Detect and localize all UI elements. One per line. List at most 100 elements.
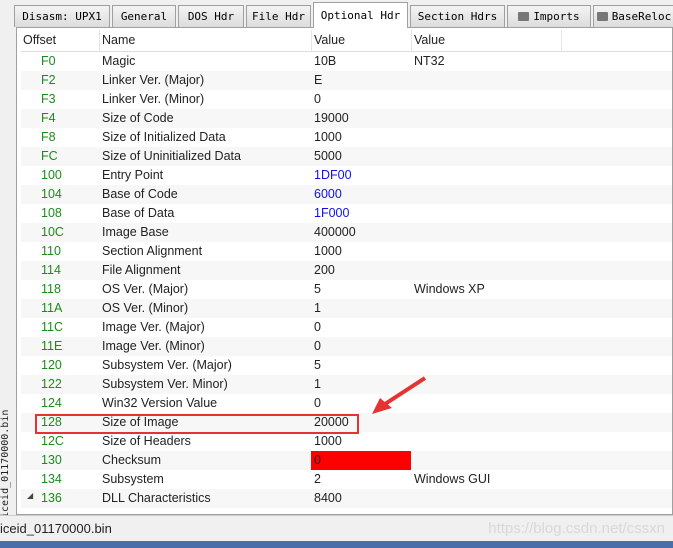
value-cell[interactable]: 1DF00 — [314, 168, 352, 182]
offset-cell: 104 — [41, 187, 62, 201]
tab-file-hdr[interactable]: File Hdr — [246, 5, 311, 27]
name-cell: Image Ver. (Major) — [102, 320, 205, 334]
tab-imports[interactable]: Imports — [507, 5, 591, 27]
value-cell[interactable]: 5 — [314, 282, 321, 296]
table-row[interactable]: 118 OS Ver. (Major) 5 Windows XP — [21, 280, 672, 299]
column-name[interactable]: Name — [102, 33, 135, 47]
value-cell[interactable]: 19000 — [314, 111, 349, 125]
field-table: Offset Name Value Value F0 Magic 10B NT32 F2… — [21, 30, 672, 514]
table-row[interactable]: 122 Subsystem Ver. Minor) 1 — [21, 375, 672, 394]
table-row[interactable]: 104 Base of Code 6000 — [21, 185, 672, 204]
tab-label: DOS Hdr — [187, 10, 235, 23]
table-row[interactable]: 110 Section Alignment 1000 — [21, 242, 672, 261]
name-cell: Linker Ver. (Major) — [102, 73, 205, 87]
folder-icon — [596, 12, 608, 21]
value-cell[interactable]: 1000 — [314, 130, 342, 144]
value-cell[interactable]: 6000 — [314, 187, 342, 201]
name-cell: Checksum — [102, 453, 162, 467]
offset-cell: F2 — [41, 73, 56, 87]
offset-cell: F4 — [41, 111, 56, 125]
value-cell[interactable]: 0 — [311, 451, 411, 470]
name-cell: Entry Point — [102, 168, 164, 182]
expand-triangle-icon[interactable]: ◢ — [27, 491, 33, 500]
table-row[interactable]: 108 Base of Data 1F000 — [21, 204, 672, 223]
table-row[interactable]: F0 Magic 10B NT32 — [21, 52, 672, 71]
table-row[interactable]: 12C Size of Headers 1000 — [21, 432, 672, 451]
tab-general[interactable]: General — [112, 5, 176, 27]
value-cell[interactable]: 0 — [314, 339, 321, 353]
table-row[interactable]: 100 Entry Point 1DF00 — [21, 166, 672, 185]
table-row[interactable]: FC Size of Uninitialized Data 5000 — [21, 147, 672, 166]
name-cell: Base of Data — [102, 206, 175, 220]
value-description-cell: Windows GUI — [414, 472, 491, 486]
table-row[interactable]: F2 Linker Ver. (Major) E — [21, 71, 672, 90]
value-cell[interactable]: 2 — [314, 472, 321, 486]
table-row[interactable]: 10C Image Base 400000 — [21, 223, 672, 242]
tab-bar: Disasm: UPX1 General DOS Hdr File Hdr Option… — [0, 0, 673, 30]
value-cell[interactable]: 10B — [314, 54, 336, 68]
value-cell[interactable]: 1F000 — [314, 206, 349, 220]
offset-cell: 134 — [41, 472, 62, 486]
column-value[interactable]: Value — [314, 33, 345, 47]
tab-basereloc[interactable]: BaseReloc — [593, 5, 673, 27]
table-row[interactable]: F3 Linker Ver. (Minor) 0 — [21, 90, 672, 109]
value-cell[interactable]: 1000 — [314, 244, 342, 258]
table-row[interactable]: 114 File Alignment 200 — [21, 261, 672, 280]
table-row[interactable]: 11E Image Ver. (Minor) 0 — [21, 337, 672, 356]
value-cell[interactable]: 1 — [314, 301, 321, 315]
value-cell[interactable]: 5000 — [314, 149, 342, 163]
table-row[interactable]: 120 Subsystem Ver. (Major) 5 — [21, 356, 672, 375]
value-cell[interactable]: 8400 — [314, 491, 342, 505]
optional-header-panel: Offset Name Value Value F0 Magic 10B NT32 F2… — [16, 27, 673, 515]
value-cell[interactable]: 0 — [314, 92, 321, 106]
table-row[interactable]: ◢ 136 DLL Characteristics 8400 — [21, 489, 672, 508]
offset-cell: 122 — [41, 377, 62, 391]
red-arrow-annotation — [372, 376, 427, 414]
name-cell: Section Alignment — [102, 244, 203, 258]
table-row[interactable]: 11A OS Ver. (Minor) 1 — [21, 299, 672, 318]
value-cell[interactable]: 1 — [314, 377, 321, 391]
value-description-cell: NT32 — [414, 54, 445, 68]
offset-cell: F0 — [41, 54, 56, 68]
value-cell[interactable]: 400000 — [314, 225, 356, 239]
offset-cell: 118 — [41, 282, 61, 296]
tab-label: Imports — [533, 10, 580, 23]
tab-label: Section Hdrs — [417, 10, 498, 23]
table-row[interactable]: F8 Size of Initialized Data 1000 — [21, 128, 672, 147]
name-cell: Size of Uninitialized Data — [102, 149, 241, 163]
offset-cell: 108 — [41, 206, 62, 220]
value-cell[interactable]: 200 — [314, 263, 335, 277]
column-value2[interactable]: Value — [414, 33, 445, 47]
value-cell[interactable]: 0 — [314, 396, 321, 410]
value-cell[interactable]: 1000 — [314, 434, 342, 448]
column-offset[interactable]: Offset — [23, 33, 56, 47]
offset-cell: F3 — [41, 92, 56, 106]
side-file-label: iceid_01170000.bin — [0, 409, 11, 518]
table-row[interactable]: 134 Subsystem 2 Windows GUI — [21, 470, 672, 489]
name-cell: Magic — [102, 54, 136, 68]
value-cell[interactable]: 5 — [314, 358, 321, 372]
tab-label: BaseReloc — [611, 10, 672, 23]
table-row[interactable]: 11C Image Ver. (Major) 0 — [21, 318, 672, 337]
table-header: Offset Name Value Value — [21, 30, 672, 52]
name-cell: Image Base — [102, 225, 169, 239]
tab-optional-hdr[interactable]: Optional Hdr — [313, 2, 408, 28]
name-cell: File Alignment — [102, 263, 181, 277]
status-filename: iceid_01170000.bin — [0, 521, 112, 536]
name-cell: OS Ver. (Major) — [102, 282, 189, 296]
tab-label: Disasm: UPX1 — [22, 10, 102, 23]
tab-section-hdrs[interactable]: Section Hdrs — [410, 5, 505, 27]
name-cell: DLL Characteristics — [102, 491, 211, 505]
folder-icon — [518, 12, 530, 21]
tab-dos-hdr[interactable]: DOS Hdr — [178, 5, 244, 27]
table-row[interactable]: 130 Checksum 0 — [21, 451, 672, 470]
value-cell[interactable]: 0 — [314, 320, 321, 334]
value-cell[interactable]: E — [314, 73, 322, 87]
table-row[interactable]: F4 Size of Code 19000 — [21, 109, 672, 128]
offset-cell: 124 — [41, 396, 62, 410]
tab-disasm-upx1[interactable]: Disasm: UPX1 — [14, 5, 110, 27]
tab-label: File Hdr — [252, 10, 305, 23]
offset-cell: FC — [41, 149, 58, 163]
table-row[interactable]: 124 Win32 Version Value 0 — [21, 394, 672, 413]
name-cell: Size of Code — [102, 111, 174, 125]
